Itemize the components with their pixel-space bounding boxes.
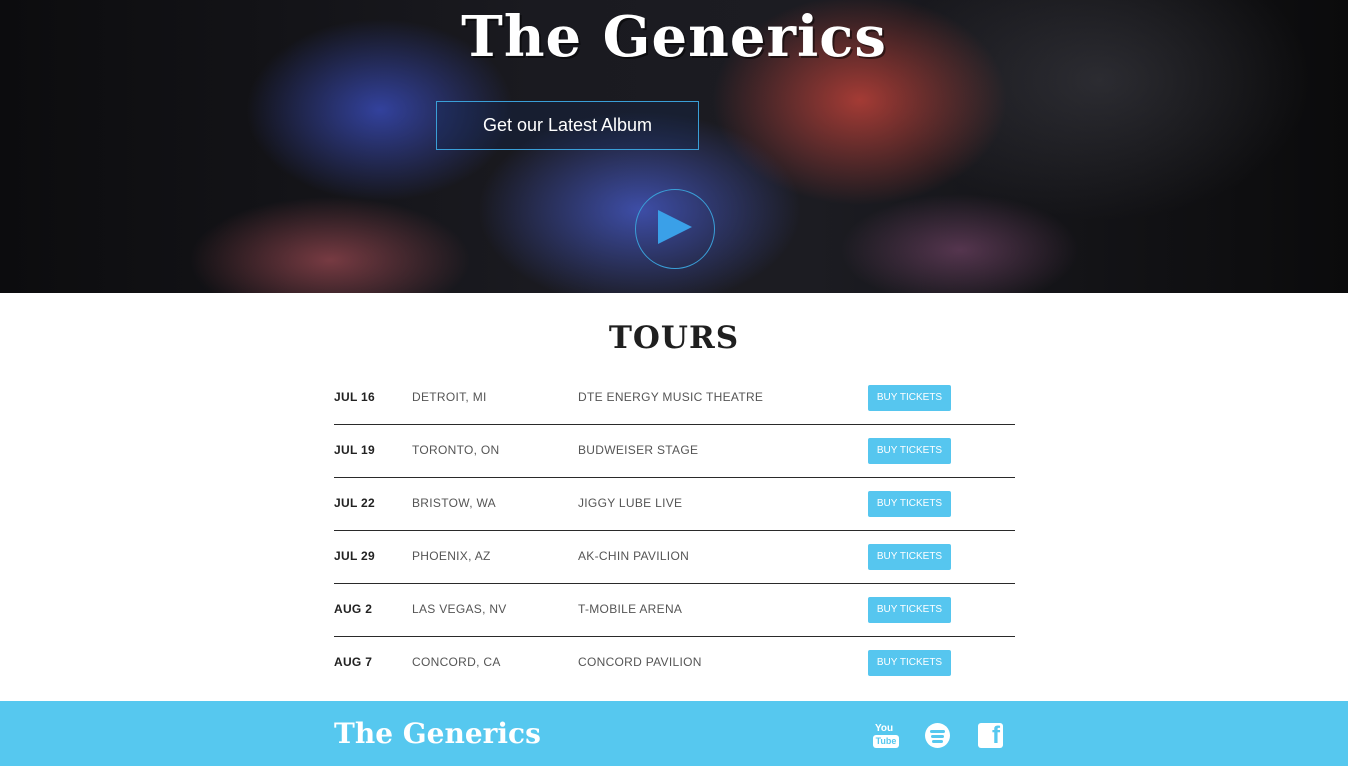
buy-tickets-button[interactable]: BUY TICKETS [868,650,951,676]
tour-date: JUL 22 [334,496,375,510]
tour-venue: BUDWEISER STAGE [578,443,699,457]
tour-city: CONCORD, CA [412,655,501,669]
tour-row: JUL 29 PHOENIX, AZ AK-CHIN PAVILION BUY … [334,531,1015,584]
spotify-wave [931,735,944,738]
tour-venue: AK-CHIN PAVILION [578,549,690,563]
buy-tickets-button[interactable]: BUY TICKETS [868,385,951,411]
buy-tickets-button[interactable]: BUY TICKETS [868,544,951,570]
hero-title: The Generics [461,4,887,70]
tour-date: JUL 19 [334,443,375,457]
tour-date: JUL 16 [334,390,375,404]
tours-heading: TOURS [608,320,740,356]
tour-date: AUG 7 [334,655,373,669]
tour-city: PHOENIX, AZ [412,549,491,563]
youtube-label-box: Tube [873,735,899,748]
footer: The Generics You Tube f [0,701,1348,766]
tour-city: TORONTO, ON [412,443,500,457]
tour-list: JUL 16 DETROIT, MI DTE ENERGY MUSIC THEA… [334,372,1015,689]
tour-row: AUG 2 LAS VEGAS, NV T-MOBILE ARENA BUY T… [334,584,1015,637]
youtube-icon[interactable]: You Tube [873,723,899,749]
spotify-wave [930,730,945,733]
tour-city: LAS VEGAS, NV [412,602,507,616]
tour-date: AUG 2 [334,602,373,616]
tour-date: JUL 29 [334,549,375,563]
tour-city: BRISTOW, WA [412,496,496,510]
youtube-label-top: You [875,723,894,734]
tour-venue: T-MOBILE ARENA [578,602,683,616]
tour-row: JUL 16 DETROIT, MI DTE ENERGY MUSIC THEA… [334,372,1015,425]
buy-tickets-button[interactable]: BUY TICKETS [868,597,951,623]
latest-album-button[interactable]: Get our Latest Album [436,101,699,150]
play-icon [658,210,692,244]
facebook-glyph: f [992,722,1000,749]
tour-row: AUG 7 CONCORD, CA CONCORD PAVILION BUY T… [334,637,1015,689]
facebook-icon[interactable]: f [978,722,1003,749]
footer-logo[interactable]: The Generics [334,717,541,750]
tour-venue: JIGGY LUBE LIVE [578,496,683,510]
tour-row: JUL 22 BRISTOW, WA JIGGY LUBE LIVE BUY T… [334,478,1015,531]
spotify-wave [932,740,943,743]
buy-tickets-button[interactable]: BUY TICKETS [868,438,951,464]
hero-section: The Generics Get our Latest Album [0,0,1348,293]
buy-tickets-button[interactable]: BUY TICKETS [868,491,951,517]
play-button[interactable] [635,189,715,269]
spotify-icon[interactable] [925,723,950,748]
tour-venue: DTE ENERGY MUSIC THEATRE [578,390,764,404]
tour-row: JUL 19 TORONTO, ON BUDWEISER STAGE BUY T… [334,425,1015,478]
tour-city: DETROIT, MI [412,390,487,404]
tour-venue: CONCORD PAVILION [578,655,702,669]
